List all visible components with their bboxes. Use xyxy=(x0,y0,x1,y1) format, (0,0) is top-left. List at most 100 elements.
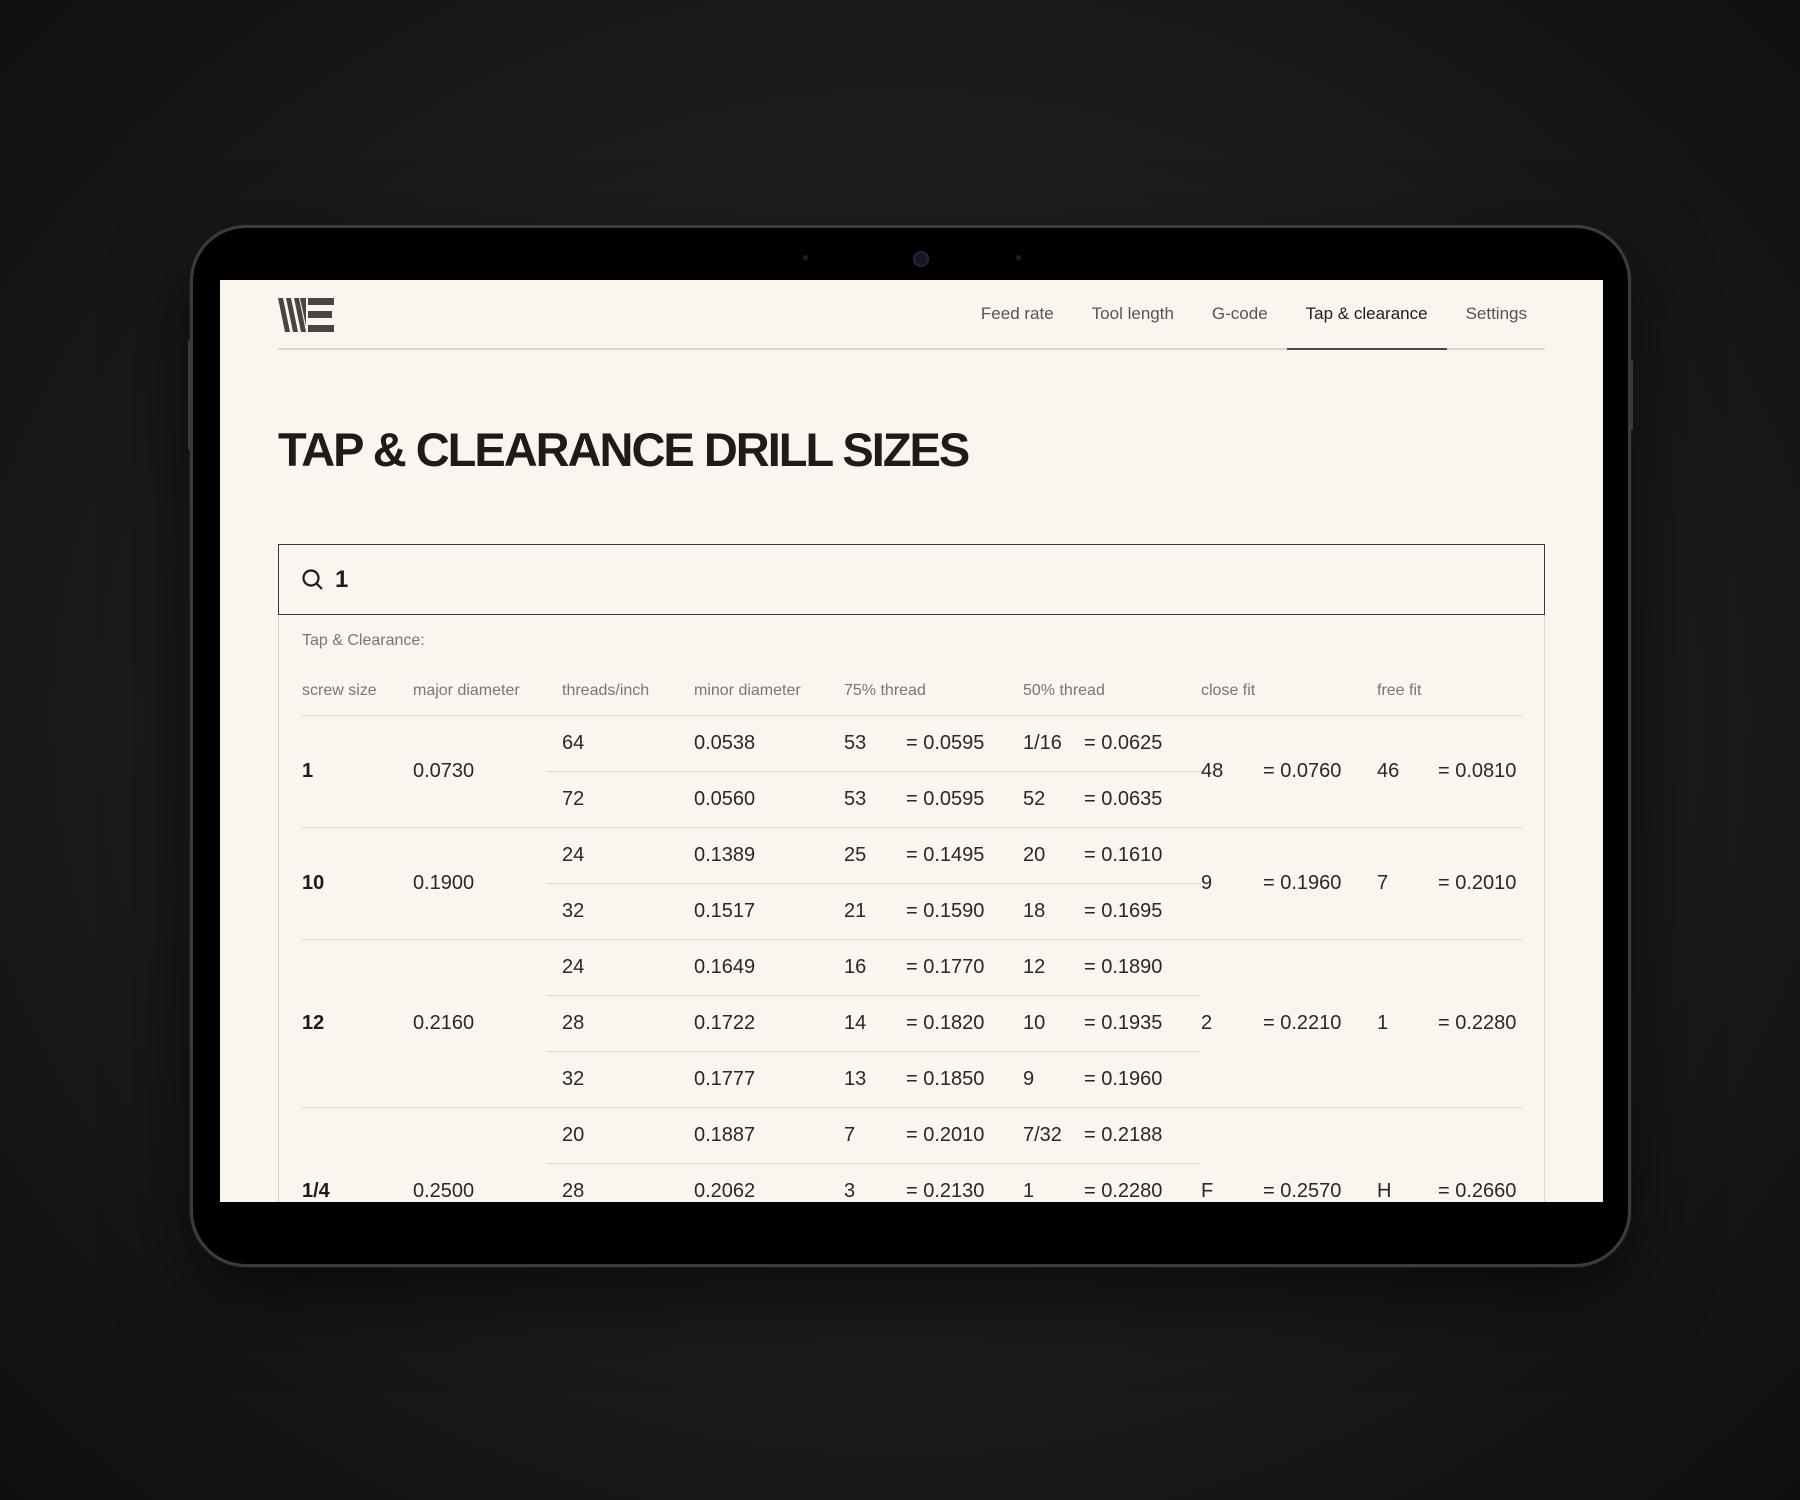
nav-item-g-code[interactable]: G-code xyxy=(1212,304,1268,324)
column-header: free fit xyxy=(1377,660,1522,716)
threads-per-inch: 72 xyxy=(547,772,694,828)
thread75-drill: 14 xyxy=(844,996,906,1052)
close-fit-decimal: = 0.0760 xyxy=(1263,716,1377,828)
threads-per-inch: 28 xyxy=(547,1164,694,1202)
search-icon xyxy=(302,568,323,590)
free-fit-drill: 1 xyxy=(1377,940,1438,1108)
thread75-drill: 7 xyxy=(844,1108,906,1164)
screw-size: 1 xyxy=(302,716,413,828)
table-row: 10 0.1900 24 0.1389 25 = 0.1495 20 = 0.1610 9 = 0… xyxy=(302,828,1522,940)
side-button xyxy=(188,340,191,450)
major-diameter: 0.0730 xyxy=(413,716,547,828)
screw-size: 10 xyxy=(302,828,413,940)
thread50-decimal: = 0.1890 xyxy=(1084,940,1201,996)
major-diameter: 0.2500 xyxy=(413,1108,547,1202)
thread75-drill: 16 xyxy=(844,940,906,996)
column-header: 50% thread xyxy=(1023,660,1201,716)
page-title: TAP & CLEARANCE DRILL SIZES xyxy=(278,423,970,476)
minor-diameter: 0.0538 xyxy=(694,716,844,772)
nav-item-feed-rate[interactable]: Feed rate xyxy=(981,304,1054,324)
threads-per-inch: 24 xyxy=(547,828,694,884)
minor-diameter: 0.0560 xyxy=(694,772,844,828)
table-caption: Tap & Clearance: xyxy=(302,632,425,649)
search-input[interactable] xyxy=(335,565,935,594)
thread50-drill: 10 xyxy=(1023,996,1084,1052)
logo-icon xyxy=(278,298,334,332)
top-nav: Feed rate Tool length G-code Tap & clearanc… xyxy=(278,280,1545,350)
close-fit-drill: 48 xyxy=(1201,716,1263,828)
table-header-row: screw size major diameter threads/inch mino… xyxy=(302,660,1522,716)
thread50-drill: 1/16 xyxy=(1023,716,1084,772)
threads-per-inch: 64 xyxy=(547,716,694,772)
thread50-decimal: = 0.1695 xyxy=(1084,884,1201,940)
major-diameter: 0.1900 xyxy=(413,828,547,940)
minor-diameter: 0.1389 xyxy=(694,828,844,884)
thread75-decimal: = 0.1495 xyxy=(906,828,1023,884)
thread50-drill: 9 xyxy=(1023,1052,1084,1108)
thread75-drill: 53 xyxy=(844,716,906,772)
column-header: close fit xyxy=(1201,660,1377,716)
close-fit-decimal: = 0.1960 xyxy=(1263,828,1377,940)
thread75-decimal: = 0.2130 xyxy=(906,1164,1023,1202)
table-row: 12 0.2160 24 0.1649 16 = 0.1770 12 = 0.1890 2 = 0… xyxy=(302,940,1522,1108)
thread50-decimal: = 0.1610 xyxy=(1084,828,1201,884)
minor-diameter: 0.1722 xyxy=(694,996,844,1052)
nav-links: Feed rate Tool length G-code Tap & clearanc… xyxy=(981,304,1527,350)
thread50-drill: 20 xyxy=(1023,828,1084,884)
camera-icon xyxy=(913,251,929,267)
threads-per-inch: 20 xyxy=(547,1108,694,1164)
minor-diameter: 0.1777 xyxy=(694,1052,844,1108)
thread50-decimal: = 0.1960 xyxy=(1084,1052,1201,1108)
column-header: 75% thread xyxy=(844,660,1023,716)
thread50-decimal: = 0.2280 xyxy=(1084,1164,1201,1202)
minor-diameter: 0.1517 xyxy=(694,884,844,940)
threads-per-inch: 32 xyxy=(547,884,694,940)
thread50-decimal: = 0.0635 xyxy=(1084,772,1201,828)
thread50-decimal: = 0.0625 xyxy=(1084,716,1201,772)
thread75-drill: 13 xyxy=(844,1052,906,1108)
thread75-decimal: = 0.2010 xyxy=(906,1108,1023,1164)
column-header: threads/inch xyxy=(547,660,694,716)
free-fit-drill: 7 xyxy=(1377,828,1438,940)
thread50-drill: 18 xyxy=(1023,884,1084,940)
nav-item-tool-length[interactable]: Tool length xyxy=(1092,304,1174,324)
drill-size-table: screw size major diameter threads/inch mino… xyxy=(302,660,1522,1202)
thread75-drill: 25 xyxy=(844,828,906,884)
thread50-drill: 7/32 xyxy=(1023,1108,1084,1164)
free-fit-drill: 46 xyxy=(1377,716,1438,828)
minor-diameter: 0.1649 xyxy=(694,940,844,996)
nav-item-tap-clearance[interactable]: Tap & clearance xyxy=(1286,304,1447,350)
thread75-decimal: = 0.0595 xyxy=(906,772,1023,828)
thread75-decimal: = 0.1770 xyxy=(906,940,1023,996)
side-button xyxy=(1630,360,1633,430)
close-fit-drill: 9 xyxy=(1201,828,1263,940)
results-panel: Tap & Clearance: screw size major diamete… xyxy=(278,615,1545,1202)
thread75-drill: 53 xyxy=(844,772,906,828)
thread50-drill: 12 xyxy=(1023,940,1084,996)
thread75-decimal: = 0.0595 xyxy=(906,716,1023,772)
close-fit-decimal: = 0.2210 xyxy=(1263,940,1377,1108)
column-header: minor diameter xyxy=(694,660,844,716)
free-fit-drill: H xyxy=(1377,1108,1438,1202)
sensor-dot xyxy=(803,255,808,260)
free-fit-decimal: = 0.2280 xyxy=(1438,940,1522,1108)
screw-size: 12 xyxy=(302,940,413,1108)
thread75-decimal: = 0.1850 xyxy=(906,1052,1023,1108)
threads-per-inch: 24 xyxy=(547,940,694,996)
screw-size: 1/4 xyxy=(302,1108,413,1202)
close-fit-drill: F xyxy=(1201,1108,1263,1202)
thread50-decimal: = 0.1935 xyxy=(1084,996,1201,1052)
nav-item-settings[interactable]: Settings xyxy=(1466,304,1527,324)
thread50-drill: 1 xyxy=(1023,1164,1084,1202)
search-box[interactable] xyxy=(278,544,1545,615)
column-header: major diameter xyxy=(413,660,547,716)
minor-diameter: 0.1887 xyxy=(694,1108,844,1164)
sensor-dot xyxy=(1016,255,1021,260)
major-diameter: 0.2160 xyxy=(413,940,547,1108)
minor-diameter: 0.2062 xyxy=(694,1164,844,1202)
close-fit-drill: 2 xyxy=(1201,940,1263,1108)
threads-per-inch: 28 xyxy=(547,996,694,1052)
table-row: 1 0.0730 64 0.0538 53 = 0.0595 1/16 = 0.0625 48 =… xyxy=(302,716,1522,828)
free-fit-decimal: = 0.0810 xyxy=(1438,716,1522,828)
tablet-device: Feed rate Tool length G-code Tap & clearanc… xyxy=(190,225,1631,1267)
